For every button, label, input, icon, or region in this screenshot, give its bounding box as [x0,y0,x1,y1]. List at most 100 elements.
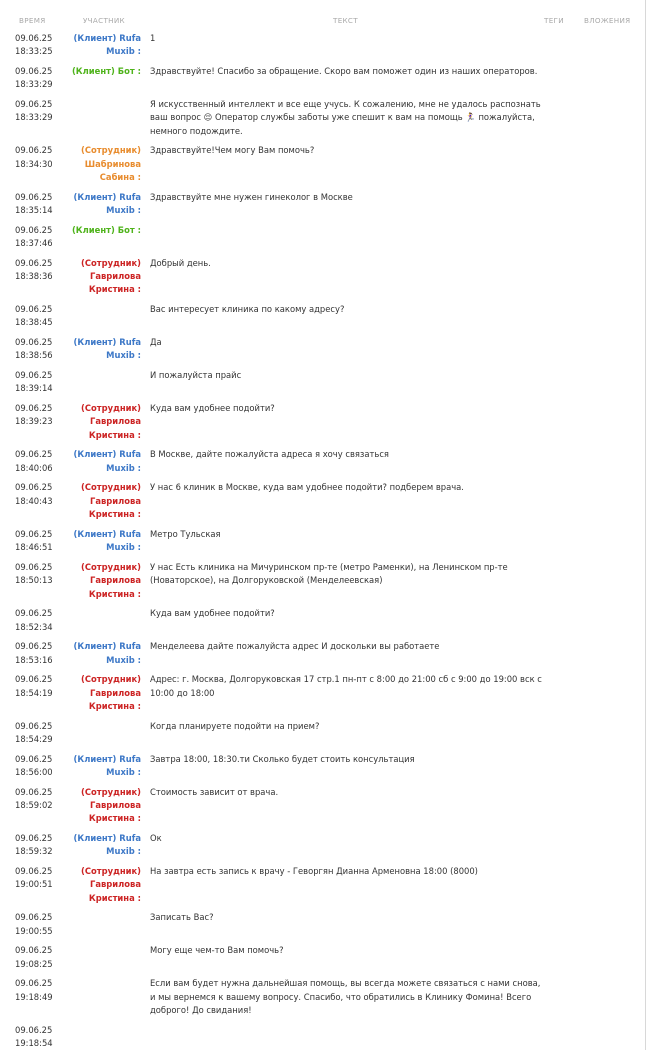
table-row: 09.06.25 18:39:23 (Сотрудник) Гаврилова Кр… [0,402,646,448]
message-time: 18:33:25 [15,46,53,57]
message-timestamp: 09.06.25 18:38:45 [15,303,55,330]
participant-role: (Сотрудник) [81,402,141,413]
message-date: 09.06.25 [15,66,53,76]
message-date: 09.06.25 [15,528,53,539]
message-participant[interactable]: (Клиент) Rufa Muxib : [57,528,141,555]
participant-name: Гаврилова Кристина [88,687,141,711]
message-time: 18:38:56 [15,350,53,361]
message-date: 09.06.25 [15,978,53,989]
message-participant[interactable]: (Сотрудник) Гаврилова Кристина : [57,481,141,521]
message-participant[interactable]: (Клиент) Rufa Muxib : [57,753,141,780]
message-timestamp: 09.06.25 18:35:14 [15,191,55,218]
participant-role: (Клиент) [73,449,117,460]
participant-name: Бот [117,224,135,235]
message-participant[interactable]: (Клиент) Бот : [57,65,141,78]
table-row: 09.06.25 18:39:14 И пожалуйста прайс [0,369,646,402]
message-text: И пожалуйста прайс [150,369,242,380]
table-row: 09.06.25 18:38:36 (Сотрудник) Гаврилова Кр… [0,257,646,303]
message-text: Записать Вас? [150,912,214,923]
message-time: 19:00:55 [15,925,53,936]
message-time: 18:33:29 [15,79,53,90]
participant-role: (Сотрудник) [81,482,141,493]
message-list: 09.06.25 18:33:25 (Клиент) Rufa Muxib :1 09… [0,32,646,1057]
message-time: 18:54:19 [15,687,53,698]
message-timestamp: 09.06.25 18:40:43 [15,481,55,508]
participant-role: (Сотрудник) [81,561,141,572]
participant-role: (Сотрудник) [81,257,141,268]
message-date: 09.06.25 [15,99,53,109]
message-participant[interactable]: (Сотрудник) Гаврилова Кристина : [57,786,141,826]
message-time: 18:53:16 [15,654,53,665]
message-date: 09.06.25 [15,832,53,843]
message-time: 18:39:14 [15,383,53,394]
message-text: Адрес: г. Москва, Долгоруковская 17 стр.… [150,674,542,698]
message-participant[interactable]: (Сотрудник) Гаврилова Кристина : [57,402,141,442]
message-timestamp: 09.06.25 19:00:55 [15,911,55,938]
message-participant[interactable]: (Сотрудник) Гаврилова Кристина : [57,673,141,713]
message-date: 09.06.25 [15,224,53,235]
message-text: Здравствуйте! Спасибо за обращение. Скор… [150,66,538,76]
message-timestamp: 09.06.25 18:54:19 [15,673,55,700]
table-row: 09.06.25 19:18:49 Если вам будет нужна дал… [0,977,646,1023]
message-time: 18:40:43 [15,495,53,506]
message-time: 18:56:00 [15,766,53,777]
table-row: 09.06.25 19:00:51 (Сотрудник) Гаврилова Кр… [0,865,646,911]
message-date: 09.06.25 [15,641,53,652]
message-text: Когда планируете подойти на прием? [150,720,320,731]
message-date: 09.06.25 [15,482,53,493]
message-text: Могу еще чем-то Вам помочь? [150,945,284,956]
table-row: 09.06.25 18:52:34 Куда вам удобнее подойти… [0,607,646,640]
message-date: 09.06.25 [15,753,53,764]
participant-name: Гаврилова Кристина [88,416,141,440]
message-date: 09.06.25 [15,303,53,314]
table-row: 09.06.25 18:40:43 (Сотрудник) Гаврилова Кр… [0,481,646,527]
message-time: 18:59:32 [15,846,53,857]
message-time: 19:18:49 [15,991,53,1002]
message-time: 18:59:02 [15,799,53,810]
column-header-participant: УЧАСТНИК [83,16,125,25]
message-timestamp: 09.06.25 18:33:25 [15,32,55,59]
message-time: 18:34:30 [15,158,53,169]
participant-role: (Клиент) [73,191,117,202]
message-timestamp: 09.06.25 18:54:29 [15,720,55,747]
message-timestamp: 09.06.25 19:08:25 [15,944,55,971]
message-text: Здравствуйте мне нужен гинеколог в Москв… [150,191,353,202]
participant-role: (Сотрудник) [81,786,141,797]
message-timestamp: 09.06.25 19:18:49 [15,977,55,1004]
message-text: На завтра есть запись к врачу - Геворгян… [150,865,478,876]
message-participant[interactable]: (Клиент) Rufa Muxib : [57,640,141,667]
participant-name: Шабринова Сабина [84,158,141,182]
message-date: 09.06.25 [15,912,53,923]
participant-name: Гаврилова Кристина [88,495,141,520]
table-row: 09.06.25 18:46:51 (Клиент) Rufa Muxib : Мет… [0,528,646,561]
message-participant[interactable]: (Клиент) Rufa Muxib : [57,336,141,363]
message-date: 09.06.25 [15,945,53,956]
message-participant[interactable]: (Сотрудник) Гаврилова Кристина : [57,561,141,601]
message-participant[interactable]: (Клиент) Rufa Muxib : [57,832,141,859]
participant-role: (Клиент) [71,224,115,235]
message-timestamp: 09.06.25 18:53:16 [15,640,55,667]
message-participant[interactable]: (Клиент) Rufa Muxib : [57,448,141,475]
participant-name: Гаврилова Кристина [88,879,141,903]
column-header-text: ТЕКСТ [333,16,358,25]
message-participant[interactable]: (Клиент) Rufa Muxib : [57,191,141,218]
table-row: 09.06.25 18:33:25 (Клиент) Rufa Muxib : 1 [0,32,646,65]
participant-name: Гаврилова Кристина [88,270,141,295]
message-participant[interactable]: (Клиент) Rufa Muxib : [57,32,141,59]
message-participant[interactable]: (Сотрудник) Гаврилова Кристина : [57,865,141,905]
message-participant[interactable]: (Клиент) Бот : [57,224,141,237]
table-row: 09.06.25 18:35:14 (Клиент) Rufa Muxib : Здр… [0,191,646,224]
message-participant[interactable]: (Сотрудник) Гаврилова Кристина : [57,257,141,297]
message-text: Метро Тульская [150,528,221,539]
participant-role: (Клиент) [73,336,117,347]
message-timestamp: 09.06.25 18:33:29 [15,98,55,125]
table-row: 09.06.25 18:54:19 (Сотрудник) Гаврилова Кр… [0,673,646,719]
message-time: 18:38:45 [15,317,53,328]
message-text: В Москве, дайте пожалуйста адреса я хочу… [150,449,389,460]
message-date: 09.06.25 [15,449,53,460]
message-time: 18:33:29 [15,112,53,123]
message-text: У нас 6 клиник в Москве, куда вам удобне… [150,482,464,493]
participant-role: (Сотрудник) [81,674,141,685]
table-row: 09.06.25 19:08:25 Могу еще чем-то Вам помо… [0,944,646,977]
message-participant[interactable]: (Сотрудник) Шабринова Сабина : [57,144,141,184]
